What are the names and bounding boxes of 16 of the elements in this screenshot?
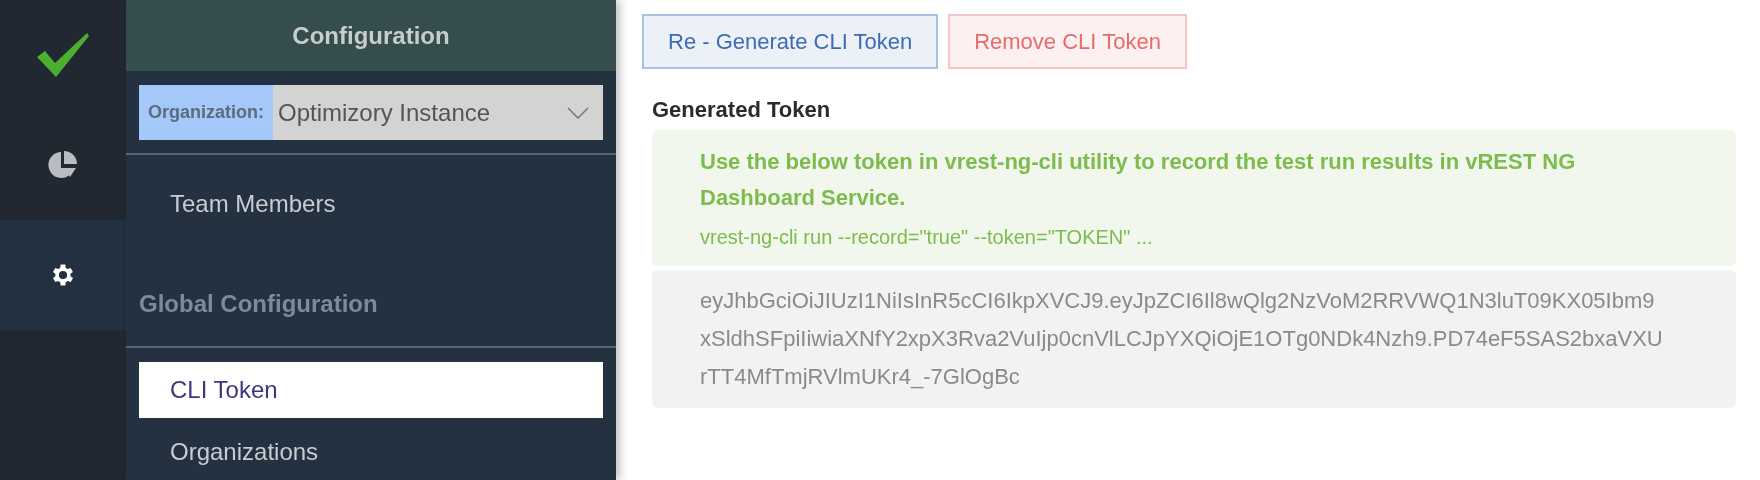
organization-value: Optimizory Instance [277, 97, 492, 128]
command-text: vrest-ng-cli run --record="true" --token="TOKEN" ... [700, 225, 1154, 250]
organization-label: Organization: [139, 85, 273, 140]
section-heading: Global Configuration [126, 262, 616, 348]
menu-item[interactable]: Team Members [139, 176, 603, 232]
menu-item[interactable]: Organizations [139, 424, 603, 480]
section-heading: Generated Token [652, 96, 832, 124]
regenerate-button[interactable]: Re - Generate CLI Token [642, 14, 939, 69]
pie-chart-icon [48, 150, 78, 180]
chevron-down-icon [567, 106, 589, 119]
token-text: eyJhbGciOiJIUzI1NiIsInR5cCI6IkpXVCJ9.eyJpZCI6Il8wQlg2NzVoM2RRVWQ1N3luT09KX05Ibm9xSldhSFpiIiwiaXNfY2xpX3Rva2VuIjp0cnVlLCJpYXQiOjE1OTg0NDk4Nzh9.PD74eF5SAS2bxaVXUrTT4MfTmjRVlmUKr4_-7GlOgBc [700, 287, 1664, 391]
organization-select[interactable]: Organization: Optimizory Instance [139, 85, 603, 140]
sidebar-header: Configuration [126, 0, 616, 71]
menu-item[interactable]: CLI Token [139, 362, 603, 418]
notice-text: Use the below token in vrest-ng-cli utility to record the test run results in vREST NG Dashboard Service. [700, 148, 1577, 212]
checkmark-icon [35, 31, 91, 79]
